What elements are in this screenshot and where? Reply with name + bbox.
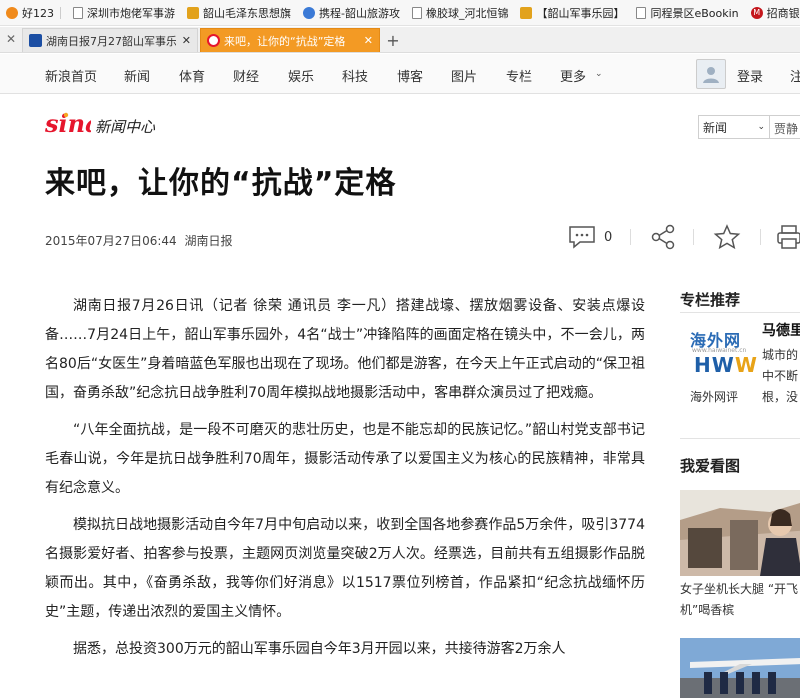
register-link[interactable]: 注 (790, 66, 800, 85)
tab-current-article[interactable]: 来吧，让你的“抗战”定格 ✕ (200, 28, 380, 52)
cmb-icon: M (750, 6, 763, 19)
column-desc-line: 城市的 (762, 348, 799, 362)
bookmark-shenzhen[interactable]: 深圳市炮佬军事游 (67, 5, 181, 21)
logo-section-text: 新闻中心 (95, 118, 156, 136)
nav-tech[interactable]: 科技 (342, 66, 368, 85)
avatar[interactable] (696, 59, 726, 89)
sina-icon (207, 34, 220, 47)
nav-more[interactable]: 更多 (560, 66, 586, 85)
star-icon (713, 224, 741, 250)
sina-logo-icon: sina (45, 110, 91, 136)
comment-icon (569, 226, 595, 249)
article-paragraph: 据悉，总投资300万元的韶山军事乐园自今年3月开园以来，共接待游客2万余人 (73, 641, 566, 657)
hunan-daily-icon (29, 34, 42, 47)
chevron-down-icon: ⌄ (757, 122, 765, 132)
article-paragraph: 湖南日报7月26日讯（记者 徐荣 通讯员 李一凡）搭建战壕、摆放烟雾设备、安装点… (45, 298, 645, 401)
page-icon (411, 6, 422, 19)
nav-photos[interactable]: 图片 (451, 66, 477, 85)
column-recommend-heading: 专栏推荐 (680, 291, 741, 309)
bookmark-military-park[interactable]: 【韶山军事乐园】 (514, 5, 630, 21)
nav-sports[interactable]: 体育 (179, 66, 205, 85)
ctrip-icon (303, 6, 315, 19)
photo-caption[interactable]: 机”喝香槟 (680, 601, 734, 618)
search-input[interactable]: 贾静 (770, 115, 800, 139)
photo-heading: 我爱看图 (680, 457, 741, 475)
haiwainet-logo-en: HWW (694, 353, 758, 377)
nav-columns[interactable]: 专栏 (506, 66, 532, 85)
folder-icon (187, 6, 199, 19)
print-button[interactable] (776, 222, 800, 252)
column-article-title[interactable]: 马德里 (762, 320, 800, 340)
bookmark-shaoshan-flag[interactable]: 韶山毛泽东思想旗 (181, 5, 297, 21)
airplane-photo (680, 638, 800, 698)
nav-news[interactable]: 新闻 (124, 66, 150, 85)
close-icon[interactable]: ✕ (364, 34, 373, 47)
bookmark-ctrip[interactable]: 携程-韶山旅游攻 (297, 5, 406, 21)
svg-text:sina: sina (45, 110, 91, 136)
close-icon[interactable]: ✕ (0, 26, 22, 52)
share-icon (651, 224, 675, 250)
article-title: 来吧，让你的“抗战”定格 (45, 166, 397, 201)
bookmarks-bar: 好123 深圳市炮佬军事游 韶山毛泽东思想旗 携程-韶山旅游攻 橡胶球_河北恒锦… (0, 0, 800, 26)
folder-icon (520, 6, 533, 19)
article-source[interactable]: 湖南日报 (185, 234, 233, 248)
tab-bar: ✕ 湖南日报7月27韶山军事乐园 ✕ 来吧，让你的“抗战”定格 ✕ + (0, 27, 800, 53)
article-date: 2015年07月27日06:44 (45, 234, 177, 248)
comment-button[interactable] (568, 222, 596, 252)
page-icon (636, 6, 647, 19)
article-paragraph: 模拟抗日战地摄影活动自今年7月中旬启动以来，收到全国各地参赛作品5万余件，吸引3… (45, 517, 645, 620)
comment-count[interactable]: 0 (604, 230, 612, 245)
cockpit-photo (680, 490, 800, 576)
column-desc-line: 根，没 (762, 390, 799, 404)
bookmark-rubber-ball[interactable]: 橡胶球_河北恒锦 (406, 5, 515, 21)
article-meta: 2015年07月27日06:44 湖南日报 (45, 232, 233, 249)
nav-sina-home[interactable]: 新浪首页 (45, 66, 97, 85)
print-icon (777, 225, 800, 249)
photo-caption[interactable]: 女子坐机长大腿 “开飞 (680, 580, 798, 597)
column-desc-line: 中不断 (762, 369, 799, 383)
close-icon[interactable]: ✕ (182, 34, 191, 47)
article-paragraph: “八年全面抗战，是一段不可磨灭的悲壮历史，也是不能忘却的民族记忆。”韶山村党支部… (45, 422, 645, 496)
site-nav: 新浪首页 新闻 体育 财经 娱乐 科技 博客 图片 专栏 更多 ⌄ 登录 注 (0, 54, 800, 94)
bookmark-hao123[interactable]: 好123 (0, 5, 67, 21)
bookmark-cmb[interactable]: M 招商银行 (745, 5, 800, 21)
bookmark-tongcheng[interactable]: 同程景区eBookin (630, 5, 744, 21)
nav-blog[interactable]: 博客 (397, 66, 423, 85)
article-body: 湖南日报7月26日讯（记者 徐荣 通讯员 李一凡）搭建战壕、摆放烟雾设备、安装点… (45, 292, 645, 672)
sina-news-logo[interactable]: sina 新闻中心 (45, 110, 155, 136)
photo-cockpit[interactable] (680, 490, 800, 576)
user-icon (703, 67, 719, 83)
chevron-down-icon: ⌄ (595, 69, 603, 79)
new-tab-button[interactable]: + (382, 28, 404, 52)
globe-icon (6, 6, 18, 19)
page-icon (73, 6, 83, 19)
favorite-button[interactable] (713, 222, 741, 252)
photo-airplane[interactable] (680, 638, 800, 698)
share-button[interactable] (650, 222, 676, 252)
nav-entertainment[interactable]: 娱乐 (288, 66, 314, 85)
login-link[interactable]: 登录 (737, 66, 763, 85)
nav-finance[interactable]: 财经 (233, 66, 259, 85)
search-category-select[interactable]: 新闻 ⌄ (698, 115, 770, 139)
column-caption[interactable]: 海外网评 (690, 388, 738, 405)
tab-hunan-daily[interactable]: 湖南日报7月27韶山军事乐园 ✕ (22, 28, 198, 52)
